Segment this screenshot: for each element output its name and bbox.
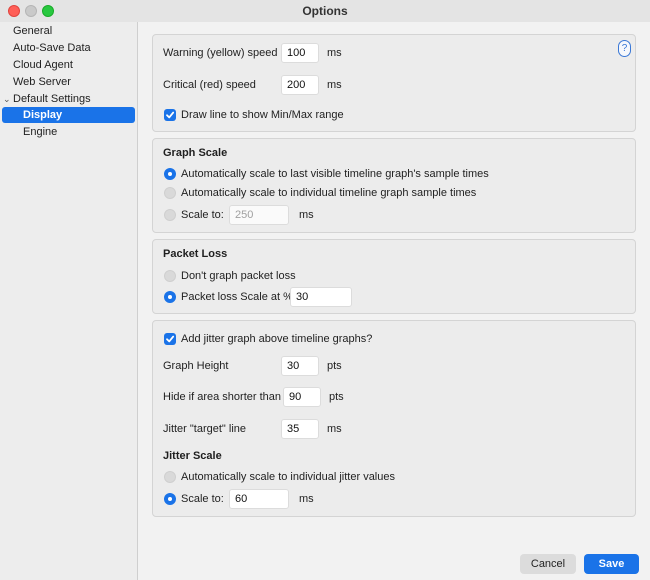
packet-loss-group: Packet Loss Don't graph packet loss Pack… [152, 239, 636, 314]
help-icon[interactable]: ? [618, 40, 631, 57]
graph-scale-unit: ms [299, 209, 314, 221]
hide-threshold-label: Hide if area shorter than [163, 391, 282, 403]
sidebar-item-display[interactable]: Display [2, 107, 135, 123]
packet-loss-scale-radio[interactable] [164, 291, 176, 303]
packet-loss-heading: Packet Loss [163, 248, 228, 260]
jitter-scale-field[interactable] [229, 489, 289, 509]
draw-line-checkbox[interactable] [164, 109, 176, 121]
sidebar-item-default-settings[interactable]: ⌄ Default Settings [0, 91, 137, 107]
sidebar-item-auto-save-data[interactable]: Auto-Save Data [0, 40, 137, 56]
graph-height-unit: pts [327, 360, 342, 372]
graph-scale-fixed-radio[interactable] [164, 209, 176, 221]
graph-scale-group: Graph Scale Automatically scale to last … [152, 138, 636, 233]
sidebar-item-label: Cloud Agent [13, 59, 73, 71]
graph-scale-last-visible-radio[interactable] [164, 168, 176, 180]
warning-speed-unit: ms [327, 47, 342, 59]
sidebar-item-label: Display [23, 109, 63, 121]
hide-threshold-field[interactable] [283, 387, 321, 407]
jitter-group: Add jitter graph above timeline graphs? … [152, 320, 636, 517]
packet-loss-scale-label: Packet loss Scale at % [181, 291, 293, 303]
critical-speed-unit: ms [327, 79, 342, 91]
window-title: Options [302, 4, 348, 18]
options-window: Options General Auto-Save Data Cloud Age… [0, 0, 650, 580]
graph-scale-individual-radio[interactable] [164, 187, 176, 199]
sidebar-item-label: Default Settings [13, 93, 91, 105]
no-packet-loss-label: Don't graph packet loss [181, 270, 296, 282]
add-jitter-label: Add jitter graph above timeline graphs? [181, 333, 373, 345]
title-bar: Options [0, 0, 650, 23]
warning-speed-label: Warning (yellow) speed [163, 47, 278, 59]
graph-scale-heading: Graph Scale [163, 147, 228, 159]
jitter-auto-scale-label: Automatically scale to individual jitter… [181, 471, 395, 483]
graph-height-field[interactable] [281, 356, 319, 376]
jitter-target-label: Jitter "target" line [163, 423, 247, 435]
sidebar-item-label: Web Server [13, 76, 71, 88]
save-button[interactable]: Save [584, 554, 639, 574]
jitter-scale-unit: ms [299, 493, 314, 505]
jitter-target-unit: ms [327, 423, 342, 435]
jitter-auto-scale-radio[interactable] [164, 471, 176, 483]
cancel-button[interactable]: Cancel [520, 554, 576, 574]
settings-panel: Warning (yellow) speed ms Critical (red)… [138, 22, 650, 580]
sidebar-item-web-server[interactable]: Web Server [0, 74, 137, 90]
graph-height-label: Graph Height [163, 360, 229, 372]
sidebar-item-label: Engine [23, 126, 58, 138]
sidebar-item-label: General [13, 25, 53, 37]
critical-speed-field[interactable] [281, 75, 319, 95]
speed-group: Warning (yellow) speed ms Critical (red)… [152, 34, 636, 132]
no-packet-loss-radio[interactable] [164, 270, 176, 282]
jitter-fixed-scale-radio[interactable] [164, 493, 176, 505]
graph-scale-last-visible-label: Automatically scale to last visible time… [181, 168, 489, 180]
hide-threshold-unit: pts [329, 391, 344, 403]
graph-scale-individual-label: Automatically scale to individual timeli… [181, 187, 477, 199]
checkmark-icon [166, 111, 175, 119]
critical-speed-label: Critical (red) speed [163, 79, 256, 91]
warning-speed-field[interactable] [281, 43, 319, 63]
jitter-target-field[interactable] [281, 419, 319, 439]
graph-scale-value-field[interactable] [229, 205, 289, 225]
packet-loss-scale-field[interactable] [290, 287, 352, 307]
sidebar: General Auto-Save Data Cloud Agent Web S… [0, 22, 138, 580]
chevron-down-icon[interactable]: ⌄ [3, 91, 11, 107]
sidebar-item-cloud-agent[interactable]: Cloud Agent [0, 57, 137, 73]
jitter-fixed-scale-label: Scale to: [181, 493, 224, 505]
sidebar-item-label: Auto-Save Data [13, 42, 91, 54]
sidebar-item-general[interactable]: General [0, 23, 137, 39]
draw-line-label: Draw line to show Min/Max range [181, 109, 344, 121]
checkmark-icon [166, 335, 175, 343]
add-jitter-checkbox[interactable] [164, 333, 176, 345]
sidebar-item-engine[interactable]: Engine [0, 124, 137, 140]
graph-scale-fixed-label: Scale to: [181, 209, 224, 221]
jitter-scale-heading: Jitter Scale [163, 450, 222, 462]
